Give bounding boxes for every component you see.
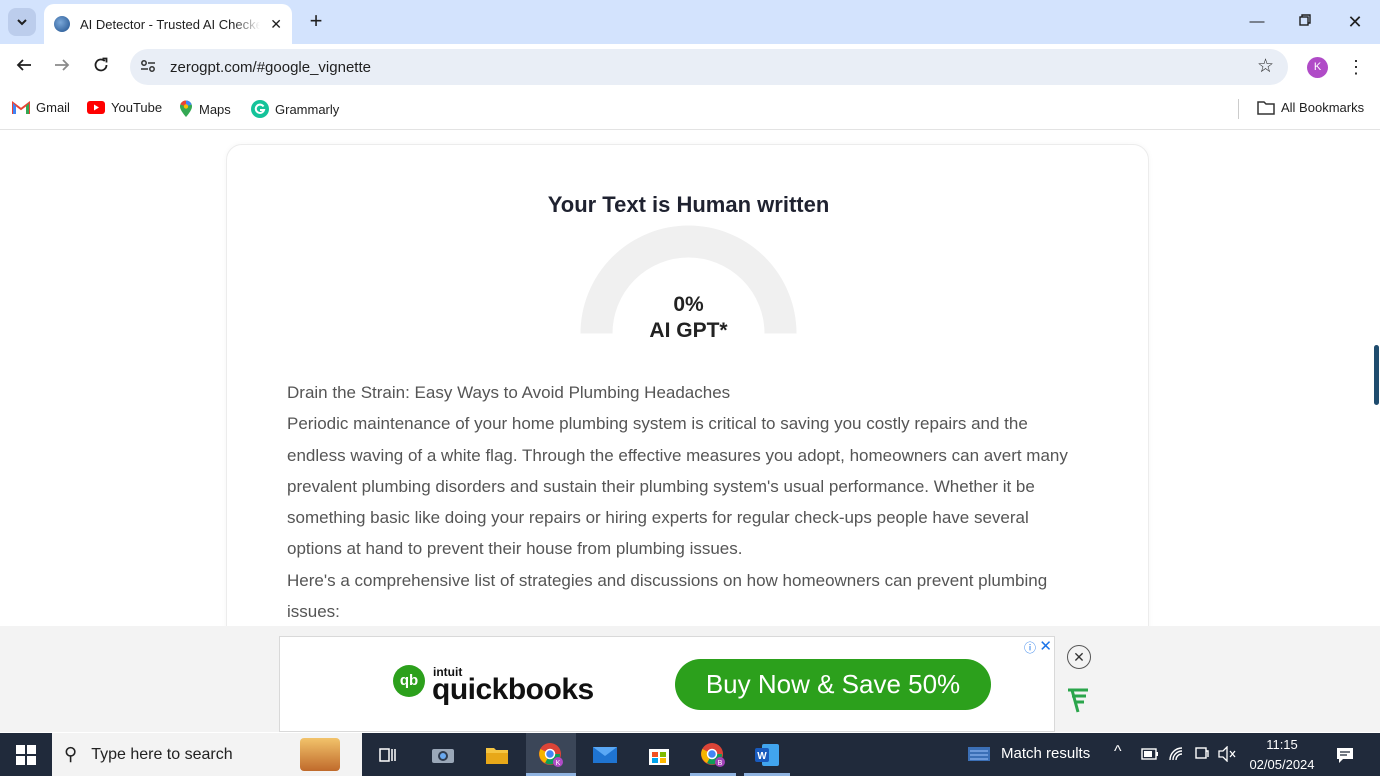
site-favicon-icon xyxy=(54,16,70,32)
ad-anchor-bar: qb intuit quickbooks Buy Now & Save 50% … xyxy=(0,626,1380,732)
sports-news-icon[interactable] xyxy=(968,745,990,763)
bookmark-label: Maps xyxy=(199,101,231,117)
tab-search-button[interactable] xyxy=(8,8,36,36)
back-button[interactable] xyxy=(11,54,37,80)
close-window-button[interactable]: ✕ xyxy=(1340,8,1370,36)
chrome-profile-k-icon[interactable]: K xyxy=(535,739,567,771)
battery-icon[interactable] xyxy=(1141,748,1159,760)
clock-time[interactable]: 11:15 xyxy=(1242,737,1322,752)
wifi-icon[interactable] xyxy=(1168,746,1186,762)
result-card: Your Text is Human written 0% AI GPT* Dr… xyxy=(226,144,1149,626)
ai-gpt-label: AI GPT* xyxy=(649,319,728,342)
article-paragraph: Periodic maintenance of your home plumbi… xyxy=(287,414,1068,559)
forward-button[interactable] xyxy=(49,54,75,80)
clock-date[interactable]: 02/05/2024 xyxy=(1242,757,1322,772)
search-icon: ⚲ xyxy=(64,744,78,764)
volume-muted-icon[interactable] xyxy=(1218,746,1236,762)
bookmarks-divider xyxy=(1238,99,1239,119)
profile-avatar[interactable]: K xyxy=(1307,57,1328,78)
reload-icon xyxy=(94,57,108,72)
ai-percent-value: 0% xyxy=(673,293,704,316)
page-viewport: Your Text is Human written 0% AI GPT* Dr… xyxy=(0,131,1380,626)
all-bookmarks-button[interactable]: All Bookmarks xyxy=(1257,100,1364,115)
bookmark-maps[interactable]: Maps xyxy=(179,100,231,118)
restore-button[interactable] xyxy=(1290,8,1320,36)
gmail-icon xyxy=(12,100,30,115)
site-info-icon[interactable] xyxy=(140,59,158,76)
analyzed-text: Drain the Strain: Easy Ways to Avoid Plu… xyxy=(287,377,1087,626)
bookmark-star-icon[interactable]: ☆ xyxy=(1257,55,1274,78)
task-view-icon[interactable] xyxy=(372,739,404,771)
search-highlight-image xyxy=(300,738,340,771)
youtube-icon xyxy=(87,101,105,114)
quickbooks-wordmark: quickbooks xyxy=(432,673,594,706)
close-ad-button[interactable]: ✕ xyxy=(1067,645,1091,669)
windows-start-icon[interactable] xyxy=(16,745,36,765)
chevron-down-icon xyxy=(17,19,27,26)
ad-provider-logo-icon xyxy=(1068,688,1088,713)
new-tab-button[interactable]: + xyxy=(304,9,328,33)
svg-text:K: K xyxy=(556,760,561,767)
show-hidden-icons-icon[interactable]: ^ xyxy=(1114,743,1122,761)
grammarly-icon xyxy=(251,100,269,118)
chrome-profile-b-icon[interactable]: B xyxy=(697,739,729,771)
bookmark-label: Grammarly xyxy=(275,101,340,117)
menu-kebab-icon[interactable]: ⋮ xyxy=(1346,54,1366,80)
bookmark-grammarly[interactable]: Grammarly xyxy=(251,100,339,118)
address-bar[interactable]: zerogpt.com/#google_vignette ☆ xyxy=(130,49,1288,85)
buy-now-button[interactable]: Buy Now & Save 50% xyxy=(675,659,991,710)
back-arrow-icon xyxy=(16,59,31,71)
scrollbar-thumb[interactable] xyxy=(1374,345,1379,405)
word-app-icon[interactable]: W xyxy=(751,739,783,771)
tab-strip: AI Detector - Trusted AI Checker for Cha… xyxy=(0,0,1380,44)
taskbar-search-box[interactable]: ⚲ Type here to search xyxy=(52,733,362,776)
bookmark-label: YouTube xyxy=(111,100,163,115)
svg-text:B: B xyxy=(718,760,723,767)
bookmark-gmail[interactable]: Gmail xyxy=(12,100,70,115)
bookmarks-bar: Gmail YouTube Maps Grammarly All Bookmar… xyxy=(0,90,1380,130)
microsoft-store-icon[interactable] xyxy=(643,739,675,771)
taskbar-search-placeholder: Type here to search xyxy=(91,745,233,763)
mail-app-icon[interactable] xyxy=(589,739,621,771)
ad-x-icon[interactable]: ✕ xyxy=(1039,637,1052,655)
result-title: Your Text is Human written xyxy=(547,192,830,217)
url-text[interactable]: zerogpt.com/#google_vignette xyxy=(170,59,371,76)
file-explorer-icon[interactable] xyxy=(481,739,513,771)
display-icon[interactable] xyxy=(1194,746,1210,762)
active-tab[interactable]: AI Detector - Trusted AI Checker for Cha… xyxy=(44,4,292,44)
quickbooks-ad[interactable]: qb intuit quickbooks Buy Now & Save 50% … xyxy=(279,636,1055,732)
svg-text:W: W xyxy=(757,751,767,762)
windows-taskbar: ⚲ Type here to search K B W Match result… xyxy=(0,733,1380,776)
news-widget-text[interactable]: Match results xyxy=(1001,745,1090,762)
quickbooks-logo-icon: qb xyxy=(393,665,425,697)
ad-info-icon[interactable]: ⓘ xyxy=(1024,639,1036,656)
tab-title: AI Detector - Trusted AI Checker for Cha… xyxy=(80,16,260,32)
bookmark-youtube[interactable]: YouTube xyxy=(87,100,162,115)
minimize-button[interactable]: — xyxy=(1242,8,1272,36)
article-heading: Drain the Strain: Easy Ways to Avoid Plu… xyxy=(287,383,731,402)
restore-icon xyxy=(1299,14,1311,26)
all-bookmarks-label: All Bookmarks xyxy=(1281,100,1365,115)
folder-icon xyxy=(1257,100,1275,115)
forward-arrow-icon xyxy=(55,59,70,71)
notifications-icon[interactable] xyxy=(1335,745,1355,765)
camera-app-icon[interactable] xyxy=(427,739,459,771)
browser-toolbar: zerogpt.com/#google_vignette ☆ K ⋮ xyxy=(0,44,1380,90)
tab-close-icon[interactable]: ✕ xyxy=(270,16,282,33)
bookmark-label: Gmail xyxy=(36,100,70,115)
reload-button[interactable] xyxy=(88,54,114,80)
maps-pin-icon xyxy=(179,100,193,118)
article-paragraph: Here's a comprehensive list of strategie… xyxy=(287,570,1048,622)
